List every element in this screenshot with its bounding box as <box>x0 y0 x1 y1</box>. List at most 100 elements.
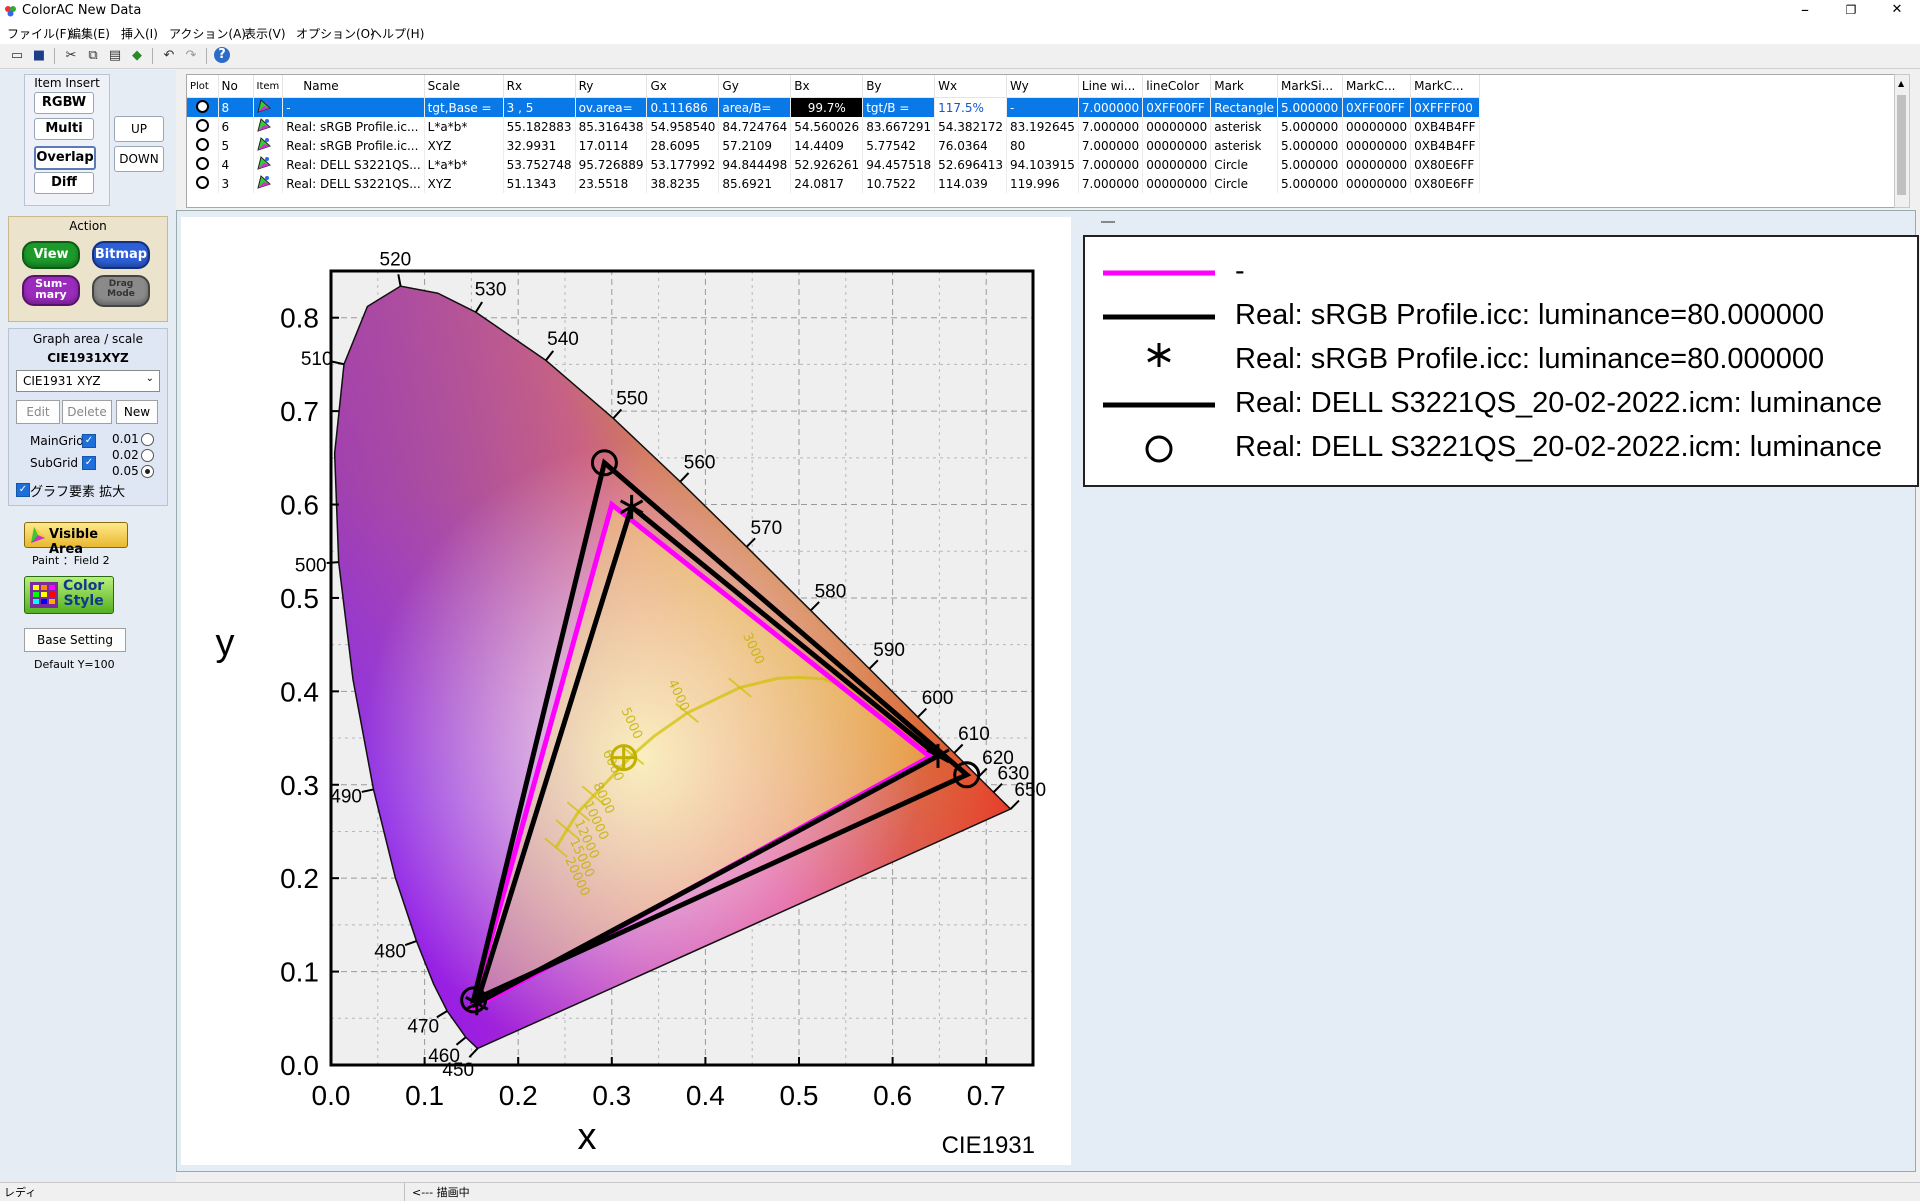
plot-toggle[interactable] <box>187 97 219 117</box>
menu-options[interactable]: オプション(O) <box>296 25 375 42</box>
enlarge-checkbox[interactable]: ✓ <box>16 483 30 497</box>
table-cell: 28.6095 <box>646 136 720 155</box>
scroll-thumb[interactable] <box>1897 95 1906 195</box>
grid-option-3-label: 0.05 <box>112 464 139 478</box>
col-header[interactable]: Gy <box>718 75 792 98</box>
chart-panel[interactable]: 3000 4000 5000 6000 8000 10000 12000 15000 20000… <box>181 217 1071 1165</box>
table-cell: 3 <box>218 174 254 193</box>
col-header[interactable]: Wy <box>1006 75 1079 98</box>
col-header[interactable]: Wx <box>934 75 1008 98</box>
menu-insert[interactable]: 挿入(I) <box>121 25 158 42</box>
left-panel: Item Insert RGBW Multi Overlap Diff UP D… <box>0 70 176 1192</box>
summary-button[interactable]: Sum- mary <box>22 275 80 306</box>
plot-circle-icon[interactable] <box>195 118 209 132</box>
table-row[interactable]: 3 Real: DELL S3221QS... XYZ 51.1343 23.5518 3… <box>187 174 1480 193</box>
plot-toggle[interactable] <box>187 117 219 136</box>
table-row[interactable]: 5 Real: sRGB Profile.ic... XYZ 32.9931 17.01… <box>187 136 1480 155</box>
save-icon[interactable]: ■ <box>30 47 48 65</box>
paint-field-label: Paint ：Field 2 <box>32 554 110 567</box>
col-header[interactable]: Plot <box>187 75 219 98</box>
scroll-up-icon[interactable]: ▲ <box>1898 79 1904 88</box>
diff-button[interactable]: Diff <box>34 172 94 194</box>
cie-chart[interactable]: 3000400050006000800010000120001500020000… <box>181 217 1071 1165</box>
color-style-button[interactable]: Color Style <box>24 576 114 614</box>
legend-drag-handle[interactable] <box>1101 221 1115 223</box>
col-header[interactable]: Bx <box>790 75 864 98</box>
cut-icon[interactable]: ✂ <box>62 47 80 65</box>
col-header[interactable]: lineColor <box>1142 75 1212 98</box>
table-cell: ov.area= <box>575 97 648 117</box>
plot-circle-icon[interactable] <box>195 137 209 151</box>
help-icon[interactable]: ? <box>214 47 230 63</box>
col-header[interactable]: MarkSi... <box>1277 75 1344 98</box>
drag-mode-button[interactable]: Drag Mode <box>92 275 150 307</box>
graph-new-button[interactable]: New <box>116 400 158 424</box>
plot-toggle[interactable] <box>187 174 219 193</box>
table-cell: 14.4409 <box>790 136 864 155</box>
bitmap-button[interactable]: Bitmap <box>92 241 150 269</box>
table-cell: 5 <box>218 136 254 155</box>
col-header[interactable]: Scale <box>424 75 504 98</box>
col-header[interactable]: Ry <box>575 75 648 98</box>
minimize-button[interactable]: – <box>1782 0 1828 22</box>
multi-button[interactable]: Multi <box>34 118 94 140</box>
overlap-button[interactable]: Overlap <box>34 146 96 170</box>
menu-help[interactable]: ヘルプ(H) <box>370 25 424 42</box>
rgbw-button[interactable]: RGBW <box>34 92 94 114</box>
table-scrollbar[interactable]: ▲ <box>1894 74 1910 208</box>
view-button[interactable]: View <box>22 241 80 269</box>
up-button[interactable]: UP <box>114 116 164 142</box>
grid-option-3-radio[interactable] <box>141 465 154 478</box>
menu-edit[interactable]: 編集(E) <box>69 25 110 42</box>
table-row[interactable]: 6 Real: sRGB Profile.ic... L*a*b* 55.182883… <box>187 117 1480 136</box>
paste-icon[interactable]: ▤ <box>106 47 124 65</box>
plot-circle-icon[interactable] <box>195 156 209 170</box>
table-cell: 83.192645 <box>1006 117 1079 136</box>
col-header[interactable]: MarkC... <box>1410 75 1480 98</box>
down-button[interactable]: DOWN <box>114 146 164 172</box>
paint-icon[interactable]: ◆ <box>128 47 146 65</box>
copy-icon[interactable]: ⧉ <box>84 47 102 65</box>
plot-circle-icon[interactable] <box>195 175 209 189</box>
base-setting-button[interactable]: Base Setting <box>24 628 126 652</box>
col-header[interactable]: MarkC... <box>1342 75 1412 98</box>
table-row[interactable]: 4 Real: DELL S3221QS... L*a*b* 53.752748 95.… <box>187 155 1480 174</box>
plot-toggle[interactable] <box>187 155 219 174</box>
menu-view[interactable]: 表示(V) <box>244 25 286 42</box>
menu-action[interactable]: アクション(A) <box>169 25 246 42</box>
graph-edit-button[interactable]: Edit <box>16 400 60 424</box>
col-header[interactable]: No <box>218 75 254 98</box>
data-table[interactable]: Plot No Item Name Scale Rx Ry Gx Gy Bx B… <box>186 74 1896 208</box>
graph-delete-button[interactable]: Delete <box>62 400 112 424</box>
wavelength-label: 650 <box>1014 780 1046 801</box>
col-header[interactable]: Gx <box>646 75 720 98</box>
col-header[interactable]: Mark <box>1210 75 1279 98</box>
grid-option-1-radio[interactable] <box>141 433 154 446</box>
menu-file[interactable]: ファイル(F) <box>7 25 71 42</box>
col-header[interactable]: Rx <box>503 75 576 98</box>
visible-area-button[interactable]: Visible Area <box>24 522 128 557</box>
legend-markers <box>1103 270 1215 463</box>
plot-toggle[interactable] <box>187 136 219 155</box>
action-group: Action <box>8 216 168 322</box>
table-row[interactable]: 8- tgt,Base = 3 , 5 ov.area= 0.111686 area/B=… <box>187 97 1480 117</box>
col-header[interactable]: By <box>862 75 936 98</box>
table-cell: 5.77542 <box>862 136 936 155</box>
new-window-icon[interactable]: ▭ <box>8 47 26 65</box>
grid-option-2-radio[interactable] <box>141 449 154 462</box>
summary-label-2: mary <box>35 288 67 301</box>
close-button[interactable]: ✕ <box>1874 0 1920 22</box>
col-header[interactable]: Line wi... <box>1078 75 1144 98</box>
table-cell: 117.5% <box>934 97 1008 117</box>
redo-icon[interactable]: ↷ <box>182 47 200 65</box>
maingrid-checkbox[interactable]: ✓ <box>82 434 96 448</box>
col-header[interactable]: Name <box>282 75 425 98</box>
scale-select[interactable]: CIE1931 XYZ ⌄ <box>16 370 160 392</box>
subgrid-checkbox[interactable]: ✓ <box>82 456 96 470</box>
table-cell: 53.177992 <box>646 155 720 174</box>
col-header[interactable]: Item <box>253 75 284 98</box>
undo-icon[interactable]: ↶ <box>160 47 178 65</box>
plot-circle-icon[interactable] <box>195 99 209 113</box>
maximize-button[interactable]: ❐ <box>1828 0 1874 22</box>
legend[interactable]: - Real: sRGB Profile.icc: luminance=80.0… <box>1083 235 1919 487</box>
